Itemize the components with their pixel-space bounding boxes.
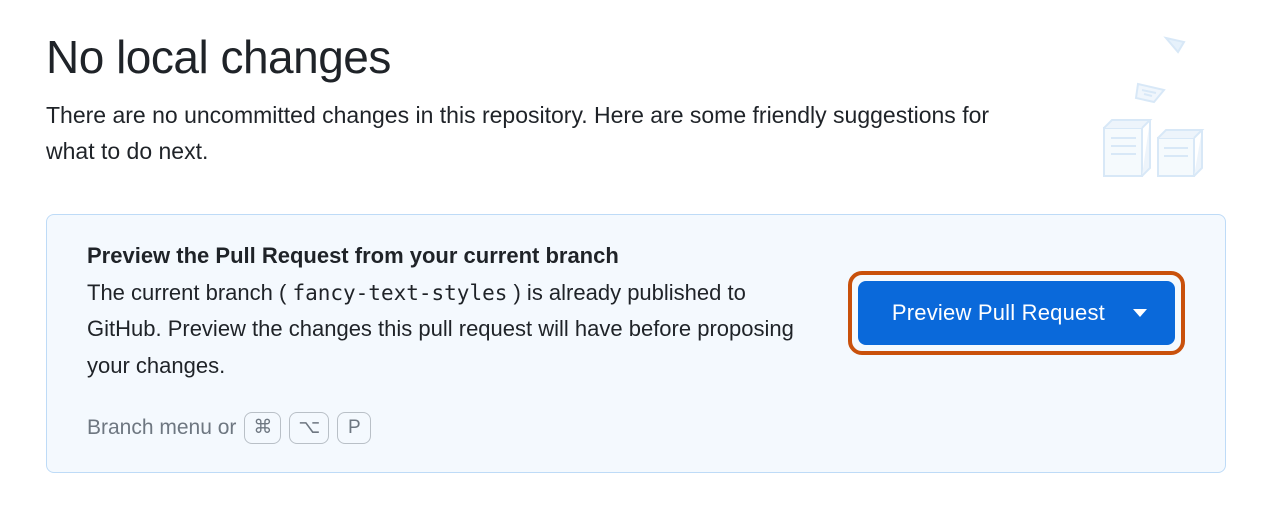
preview-pull-request-button[interactable]: Preview Pull Request (858, 281, 1175, 345)
key-p: P (337, 412, 371, 444)
header-text: No local changes There are no uncommitte… (46, 30, 1036, 169)
suggestion-panel: Preview the Pull Request from your curre… (46, 214, 1226, 473)
page-subtitle: There are no uncommitted changes in this… (46, 98, 1036, 169)
suggestion-description: The current branch ( fancy-text-styles )… (87, 275, 807, 384)
header-row: No local changes There are no uncommitte… (46, 30, 1226, 180)
suggestion-text: Preview the Pull Request from your curre… (87, 243, 807, 384)
page-title: No local changes (46, 30, 1036, 84)
key-command: ⌘ (244, 412, 281, 444)
hint-text: Branch menu or (87, 416, 236, 440)
desc-prefix: The current branch ( (87, 280, 292, 305)
keyboard-hint: Branch menu or ⌘ ⌥ P (87, 412, 1185, 444)
chevron-down-icon (1133, 309, 1147, 317)
cta-highlight-outline: Preview Pull Request (848, 271, 1185, 355)
key-option: ⌥ (289, 412, 329, 444)
cta-label: Preview Pull Request (892, 300, 1105, 326)
suggestion-main-row: Preview the Pull Request from your curre… (87, 243, 1185, 384)
suggestion-title: Preview the Pull Request from your curre… (87, 243, 807, 269)
branch-name: fancy-text-styles (292, 281, 507, 305)
empty-state-illustration (1066, 30, 1226, 180)
